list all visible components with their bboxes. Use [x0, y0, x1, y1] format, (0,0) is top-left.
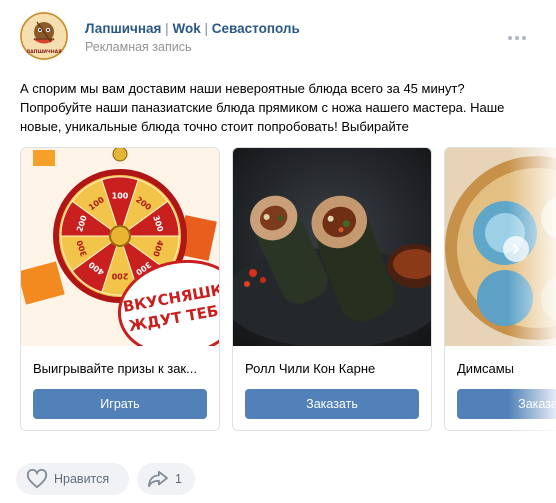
play-button[interactable]: Играть — [33, 389, 207, 419]
card-image-roll[interactable] — [233, 148, 431, 346]
author-separator: | — [204, 21, 208, 36]
dimsum-image — [445, 148, 556, 346]
author-name[interactable]: Лапшичная | Wok | Севастополь — [85, 21, 300, 36]
heart-icon — [26, 469, 48, 489]
more-options-icon[interactable] — [508, 30, 528, 46]
author-name-part2[interactable]: Wok — [172, 21, 200, 36]
like-button[interactable]: Нравится — [16, 463, 129, 495]
card-title: Димсамы — [457, 361, 515, 376]
ad-label: Рекламная запись — [85, 40, 192, 54]
author-avatar[interactable]: ЛАПШИЧНАЯ — [20, 12, 68, 60]
roll-image — [233, 148, 431, 346]
prize-wheel-image: 100 200300400300200400300200100 ВКУСНЯШКИ… — [21, 148, 219, 346]
share-arrow-icon — [148, 470, 168, 488]
order-button[interactable]: Заказать — [457, 389, 556, 419]
card-image-prize-wheel[interactable]: 100 200 300 400 300 200 400 300 200 100 ВКУСНЯШКИ… — [21, 148, 219, 346]
order-button[interactable]: Заказать — [245, 389, 419, 419]
avatar-logo-text: ЛАПШИЧНАЯ — [26, 49, 62, 55]
wheel-number: 100 — [112, 192, 129, 201]
post-text-line: Попробуйте наши паназиатские блюда прями… — [20, 100, 505, 115]
author-name-part1[interactable]: Лапшичная — [85, 21, 161, 36]
author-separator: | — [165, 21, 169, 36]
card-title: Выигрывайте призы к зак... — [33, 361, 197, 376]
card-title: Ролл Чили Кон Карне — [245, 361, 376, 376]
post-text: А спорим мы вам доставим наши невероятны… — [20, 79, 540, 136]
post-actions: Нравится 1 — [16, 463, 195, 495]
like-label: Нравится — [54, 472, 110, 486]
ad-post: ЛАПШИЧНАЯ Лапшичная | Wok | Севастополь … — [0, 0, 556, 503]
chevron-right-icon[interactable] — [503, 236, 529, 262]
product-carousel: 100 200 300 400 300 200 400 300 200 100 ВКУСНЯШКИ… — [20, 147, 556, 433]
carousel-card[interactable]: Димсамы Заказать — [444, 147, 556, 431]
noodle-bowl-logo-icon: ЛАПШИЧНАЯ — [20, 12, 68, 60]
post-text-line: А спорим мы вам доставим наши невероятны… — [20, 81, 465, 96]
wheel-number: 200 — [111, 272, 128, 281]
card-image-dimsum[interactable] — [445, 148, 556, 346]
carousel-card[interactable]: 100 200 300 400 300 200 400 300 200 100 ВКУСНЯШКИ… — [20, 147, 220, 431]
share-count: 1 — [175, 472, 182, 486]
share-button[interactable]: 1 — [137, 463, 195, 495]
carousel-card[interactable]: Ролл Чили Кон Карне Заказать — [232, 147, 432, 431]
author-name-part3[interactable]: Севастополь — [212, 21, 300, 36]
post-text-line: новые, уникальные блюда точно стоит попр… — [20, 119, 409, 134]
